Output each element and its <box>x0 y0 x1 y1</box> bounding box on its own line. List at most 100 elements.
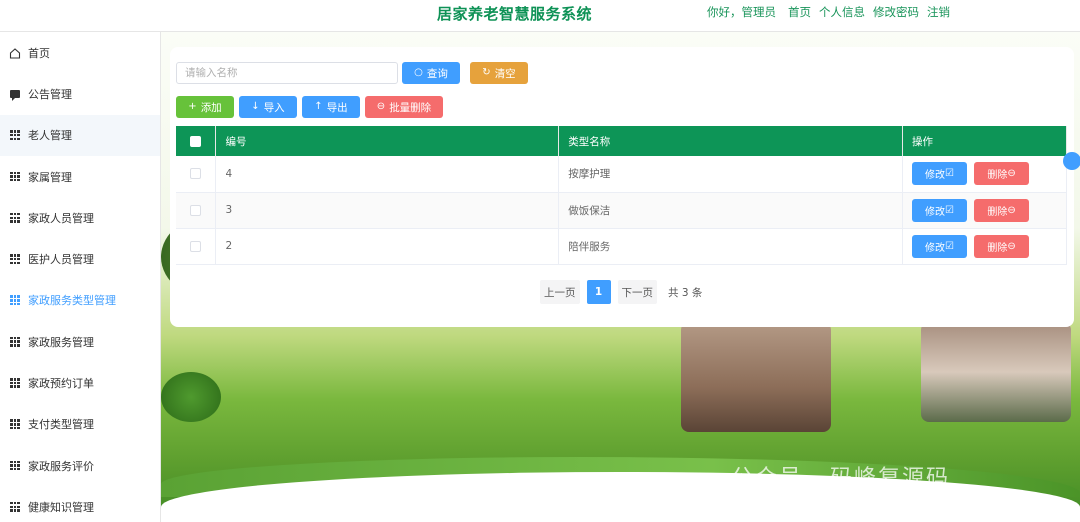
grid-icon <box>9 212 21 224</box>
search-icon: ○ <box>414 67 423 78</box>
edit-button[interactable]: 修改 ☑ <box>912 234 968 258</box>
row-type-name: 陪伴服务 <box>558 228 904 265</box>
column-header-id: 编号 <box>215 126 560 156</box>
edit-button[interactable]: 修改 ☑ <box>912 162 968 186</box>
grid-icon <box>9 294 21 306</box>
batch-delete-button[interactable]: ⊖ 批量删除 <box>365 96 443 118</box>
sidebar-item-label: 医护人员管理 <box>28 253 94 267</box>
service-type-table: 编号 类型名称 操作 4 按摩护理 修改 ☑ 删除 ⊖ 3 做饭保洁 修改 ☑ 删除 ⊖ 2 陪伴服务 修改… <box>176 126 1067 265</box>
sidebar-item-label: 家政人员管理 <box>28 211 94 225</box>
row-type-name: 按摩护理 <box>558 156 904 193</box>
add-button[interactable]: + 添加 <box>176 96 234 118</box>
edit-button-label: 修改 <box>925 242 946 254</box>
arrow-up-icon: ↑ <box>314 101 323 112</box>
row-type-name: 做饭保洁 <box>558 192 904 229</box>
table-row: 3 做饭保洁 修改 ☑ 删除 ⊖ <box>176 192 1067 229</box>
sidebar-item-4[interactable]: 家政人员管理 <box>0 197 160 238</box>
add-button-label: 添加 <box>200 101 222 114</box>
row-checkbox[interactable] <box>190 240 202 252</box>
greeting-text: 你好，管理员 <box>707 5 776 19</box>
delete-button[interactable]: 删除 ⊖ <box>974 198 1030 222</box>
row-checkbox[interactable] <box>190 168 202 180</box>
sidebar-item-1[interactable]: 公告管理 <box>0 73 160 114</box>
row-id: 3 <box>215 192 560 229</box>
sidebar-item-11[interactable]: 健康知识管理 <box>0 486 160 522</box>
total-count: 共 3 条 <box>664 280 707 304</box>
export-button[interactable]: ↑ 导出 <box>302 96 360 118</box>
delete-button-label: 删除 <box>987 242 1008 254</box>
sidebar-item-label: 家政服务管理 <box>28 335 94 349</box>
row-id: 2 <box>215 228 560 265</box>
name-search-input[interactable] <box>176 62 398 84</box>
delete-button[interactable]: 删除 ⊖ <box>974 162 1030 186</box>
top-header: 居家养老智慧服务系统 你好，管理员 首页 个人信息 修改密码 注销 <box>0 0 1080 32</box>
grid-icon <box>9 129 21 141</box>
export-button-label: 导出 <box>326 101 348 114</box>
row-checkbox[interactable] <box>190 204 202 216</box>
row-actions: 修改 ☑ 删除 ⊖ <box>902 228 1067 265</box>
delete-button-label: 删除 <box>987 170 1008 182</box>
edit-icon: ☑ <box>945 240 955 252</box>
sidebar-item-label: 公告管理 <box>28 87 72 101</box>
next-page-button[interactable]: 下一页 <box>617 280 657 304</box>
row-actions: 修改 ☑ 删除 ⊖ <box>902 156 1067 193</box>
nav-link-home[interactable]: 首页 <box>788 4 811 20</box>
edit-button[interactable]: 修改 ☑ <box>912 198 968 222</box>
sidebar-item-label: 健康知识管理 <box>28 500 94 514</box>
edit-icon: ☑ <box>945 204 955 216</box>
sidebar-item-label: 家政服务类型管理 <box>28 294 116 308</box>
clear-button[interactable]: ↻ 清空 <box>470 62 528 84</box>
sidebar: 首页公告管理老人管理家属管理家政人员管理 医护人员管理家政服务类型管理 家政服务管理… <box>0 32 161 522</box>
sidebar-item-3[interactable]: 家属管理 <box>0 156 160 197</box>
sidebar-item-0[interactable]: 首页 <box>0 32 160 73</box>
row-id: 4 <box>215 156 560 193</box>
nav-link-profile[interactable]: 个人信息 <box>819 4 865 20</box>
sidebar-item-7[interactable]: 家政服务管理 <box>0 321 160 362</box>
row-check-cell <box>176 156 217 193</box>
row-check-cell <box>176 228 217 265</box>
sidebar-item-label: 首页 <box>28 46 50 60</box>
nav-link-change-password[interactable]: 修改密码 <box>873 4 919 20</box>
sidebar-item-9[interactable]: 支付类型管理 <box>0 404 160 445</box>
sidebar-item-2[interactable]: 老人管理 <box>0 114 160 156</box>
grid-icon <box>9 253 21 265</box>
select-all-header <box>176 126 217 156</box>
sidebar-item-label: 家政服务评价 <box>28 459 94 473</box>
nav-link-logout[interactable]: 注销 <box>927 4 950 20</box>
grid-icon <box>9 336 21 348</box>
site-title: 居家养老智慧服务系统 <box>437 5 593 23</box>
grid-icon <box>9 418 21 430</box>
sidebar-item-label: 老人管理 <box>28 129 72 143</box>
floating-side-handle[interactable] <box>1063 152 1080 170</box>
page-number-current[interactable]: 1 <box>586 280 611 304</box>
minus-circle-icon: ⊖ <box>1007 204 1016 216</box>
background-figure-left <box>681 322 831 432</box>
query-button[interactable]: ○ 查询 <box>402 62 460 84</box>
row-check-cell <box>176 192 217 229</box>
grid-icon <box>9 377 21 389</box>
plus-icon: + <box>188 101 197 112</box>
sidebar-item-5[interactable]: 医护人员管理 <box>0 238 160 279</box>
sidebar-item-label: 家属管理 <box>28 170 72 184</box>
minus-circle-icon: ⊖ <box>1007 240 1016 252</box>
sidebar-item-label: 支付类型管理 <box>28 418 94 432</box>
delete-button[interactable]: 删除 ⊖ <box>974 234 1030 258</box>
refresh-icon: ↻ <box>482 67 491 78</box>
minus-circle-icon: ⊖ <box>1007 168 1016 180</box>
prev-page-button[interactable]: 上一页 <box>540 280 580 304</box>
top-nav: 你好，管理员 首页 个人信息 修改密码 注销 <box>707 4 950 20</box>
table-row: 2 陪伴服务 修改 ☑ 删除 ⊖ <box>176 228 1067 265</box>
grid-icon <box>9 171 21 183</box>
select-all-checkbox[interactable] <box>190 135 202 147</box>
import-button-label: 导入 <box>263 101 285 114</box>
query-button-label: 查询 <box>426 67 448 80</box>
import-button[interactable]: ↓ 导入 <box>239 96 297 118</box>
sidebar-item-8[interactable]: 家政预约订单 <box>0 362 160 403</box>
arrow-down-icon: ↓ <box>251 101 260 112</box>
pagination: 上一页 1 下一页 共 3 条 <box>540 280 707 304</box>
home-icon <box>9 47 21 59</box>
sidebar-item-10[interactable]: 家政服务评价 <box>0 445 160 486</box>
edit-button-label: 修改 <box>925 206 946 218</box>
minus-circle-icon: ⊖ <box>376 101 386 112</box>
sidebar-item-6[interactable]: 家政服务类型管理 <box>0 280 160 321</box>
